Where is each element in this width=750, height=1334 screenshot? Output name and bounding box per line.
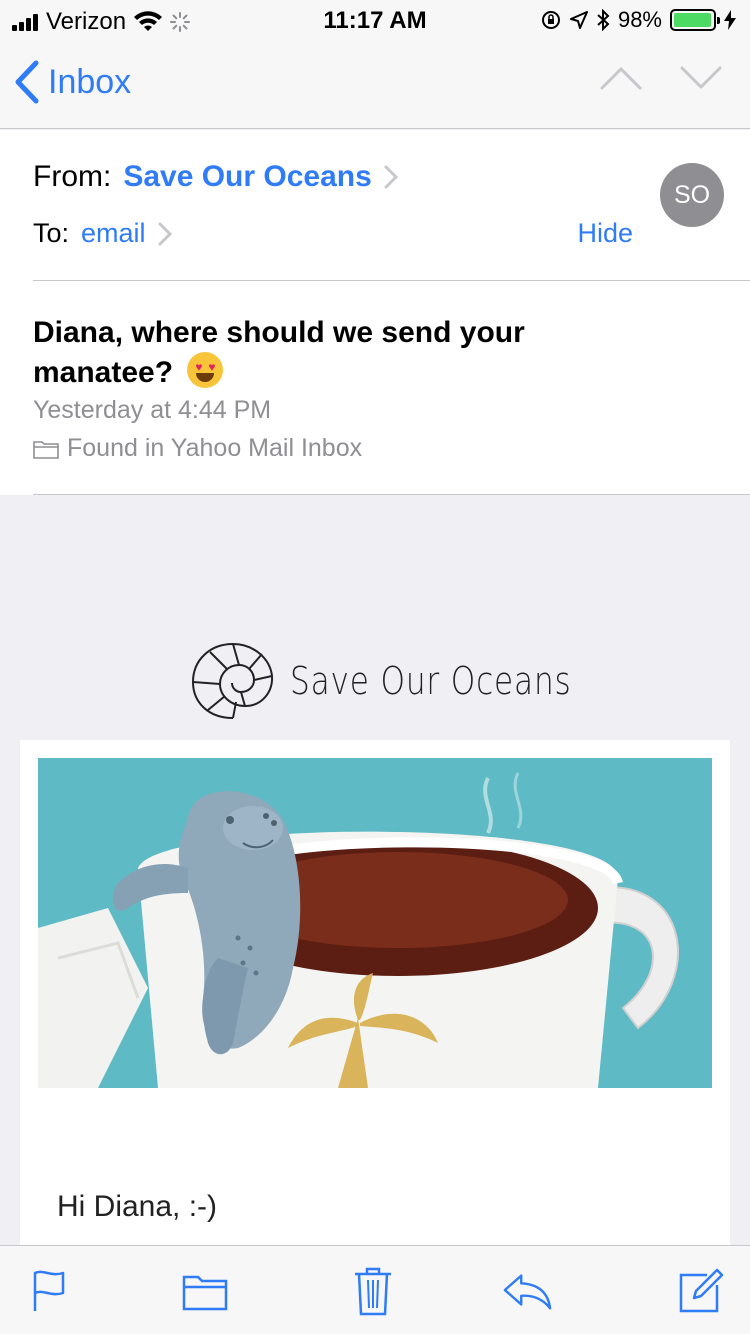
greeting-text: Hi Diana, :-) bbox=[57, 1190, 218, 1223]
orientation-lock-icon bbox=[541, 11, 560, 29]
compose-button[interactable] bbox=[676, 1266, 726, 1316]
flag-button[interactable] bbox=[24, 1266, 74, 1316]
next-message-button[interactable] bbox=[680, 66, 722, 90]
bluetooth-icon bbox=[597, 9, 610, 31]
move-to-folder-button[interactable] bbox=[180, 1266, 230, 1316]
chevron-right-icon bbox=[384, 165, 398, 189]
heart-eyes-emoji-icon: ♥ ♥ bbox=[187, 352, 224, 388]
manatee-mug-illustration bbox=[38, 772, 679, 1088]
previous-message-button[interactable] bbox=[600, 66, 642, 90]
flag-icon bbox=[33, 1270, 65, 1311]
folder-info: Found in Yahoo Mail Inbox bbox=[33, 434, 362, 463]
subject-text: Diana, where should we send your manatee… bbox=[33, 316, 525, 389]
divider bbox=[33, 280, 750, 281]
compose-icon bbox=[679, 1268, 724, 1313]
charging-icon bbox=[724, 10, 736, 30]
trash-icon bbox=[355, 1267, 391, 1316]
chevron-right-icon bbox=[158, 222, 172, 245]
from-row: From: Save Our Oceans bbox=[33, 160, 398, 194]
folder-text: Found in Yahoo Mail Inbox bbox=[67, 434, 363, 462]
battery-icon bbox=[670, 9, 720, 31]
avatar[interactable]: SO bbox=[660, 163, 724, 227]
divider bbox=[33, 494, 750, 495]
chevron-left-icon bbox=[15, 60, 39, 104]
to-label: To: bbox=[33, 218, 70, 248]
back-button-label: Inbox bbox=[48, 62, 132, 101]
recipient-name[interactable]: email bbox=[81, 218, 146, 249]
sender-name[interactable]: Save Our Oceans bbox=[123, 160, 371, 194]
message-navigation bbox=[600, 66, 722, 90]
status-right: 98% bbox=[540, 7, 736, 33]
from-label: From: bbox=[33, 160, 112, 193]
battery-percent: 98% bbox=[617, 7, 662, 32]
message-header: From: Save Our Oceans To: email Hide SO … bbox=[0, 130, 750, 495]
location-icon bbox=[569, 11, 588, 29]
navigation-bar: Inbox bbox=[0, 40, 750, 129]
message-date: Yesterday at 4:44 PM bbox=[33, 396, 272, 424]
folder-icon bbox=[33, 440, 59, 459]
bottom-toolbar bbox=[0, 1245, 750, 1334]
status-bar: Verizon 11:17 AM 98% bbox=[0, 0, 750, 40]
brand-logo: Save Our Oceans bbox=[190, 640, 633, 722]
hide-details-button[interactable]: Hide bbox=[577, 218, 633, 249]
reply-button[interactable] bbox=[502, 1266, 552, 1316]
nautilus-shell-icon bbox=[191, 642, 274, 719]
brand-logo-text: Save Our Oceans bbox=[290, 659, 572, 703]
reply-icon bbox=[503, 1274, 552, 1310]
back-button[interactable]: Inbox bbox=[14, 60, 131, 104]
message-subject: Diana, where should we send your manatee… bbox=[33, 313, 653, 392]
hero-image[interactable] bbox=[38, 758, 712, 1088]
to-row: To: email bbox=[33, 218, 172, 249]
email-content-card: Hi Diana, :-) bbox=[20, 740, 730, 1260]
delete-button[interactable] bbox=[348, 1266, 398, 1316]
folder-icon bbox=[182, 1275, 228, 1311]
